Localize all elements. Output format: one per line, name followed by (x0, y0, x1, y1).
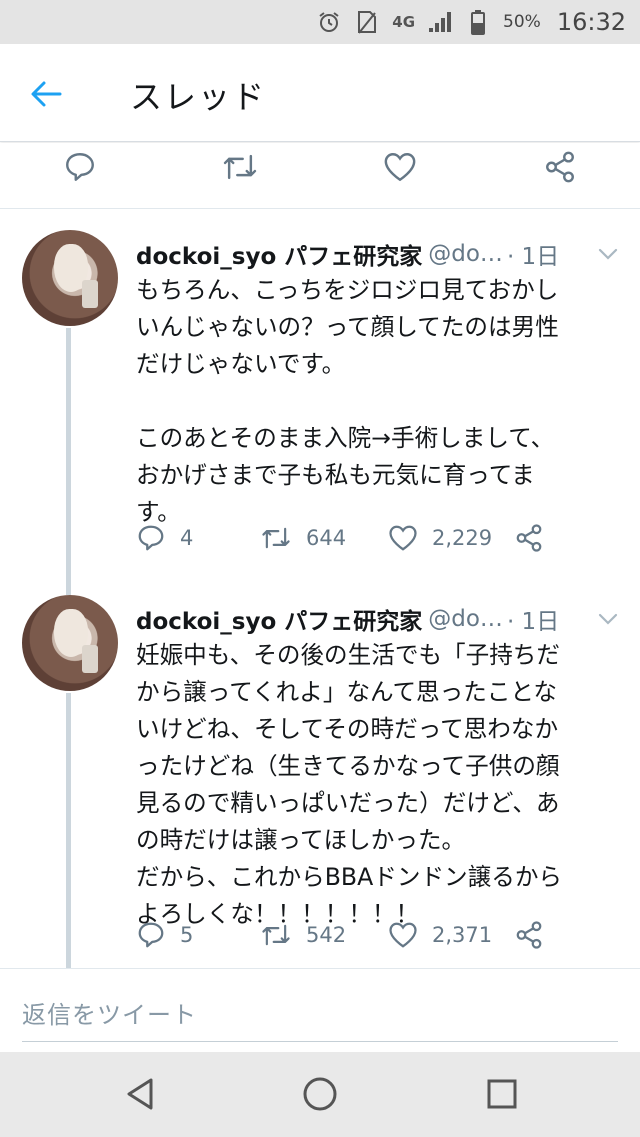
avatar[interactable] (22, 230, 118, 326)
chevron-down-icon[interactable] (596, 242, 620, 266)
share-icon (516, 921, 542, 949)
share-icon (546, 151, 574, 183)
avatar[interactable] (22, 595, 118, 691)
battery-percent: 50% (503, 12, 541, 32)
share-icon (516, 524, 542, 552)
retweet-icon (223, 154, 257, 180)
reply-button[interactable]: 4 (136, 518, 193, 558)
tweet-text: 妊娠中も、その後の生活でも「子持ちだ から譲ってくれよ」なんて思ったことな いけ… (136, 641, 563, 928)
share-button[interactable] (538, 145, 582, 189)
tweet-time: · 1日 (506, 244, 560, 270)
back-arrow-icon (31, 81, 62, 107)
retweet-button[interactable]: 644 (260, 518, 346, 558)
network-type: 4G (392, 13, 416, 31)
reply-count: 5 (180, 923, 194, 947)
reply-icon (138, 525, 164, 551)
page-title: スレッド (130, 78, 267, 116)
circle-home-icon (303, 1077, 337, 1111)
like-button[interactable]: 2,229 (388, 518, 492, 558)
alarm-icon (316, 9, 342, 35)
tweet[interactable]: dockoi_syo パフェ研究家 @do… · 1日 もちろん、こっちをジロジ… (0, 210, 640, 590)
display-name[interactable]: dockoi_syo パフェ研究家 (136, 602, 422, 636)
tweet-header: dockoi_syo パフェ研究家 @do… · 1日 (136, 603, 620, 635)
retweet-icon (262, 924, 290, 946)
heart-icon (384, 153, 416, 182)
like-count: 2,371 (432, 923, 493, 947)
user-handle[interactable]: @do… (428, 241, 503, 267)
tweet-actions: 5 542 2,371 (136, 915, 616, 955)
tweet-time: · 1日 (506, 609, 560, 635)
nav-home-button[interactable] (300, 1074, 340, 1114)
thread-line (66, 693, 71, 968)
signal-icon (427, 9, 453, 35)
reply-count: 4 (180, 526, 194, 550)
reply-button[interactable] (58, 145, 102, 189)
clock: 16:32 (556, 8, 626, 36)
retweet-icon (262, 527, 290, 549)
heart-icon (389, 525, 417, 551)
like-button[interactable] (378, 145, 422, 189)
nav-back-button[interactable] (120, 1074, 160, 1114)
back-button[interactable] (24, 74, 68, 114)
thread-line (66, 575, 71, 595)
chevron-down-icon[interactable] (596, 607, 620, 631)
retweet-count: 644 (306, 526, 347, 550)
retweet-count: 542 (306, 923, 347, 947)
tweet-actions: 4 644 2,229 (136, 518, 616, 558)
retweet-button[interactable] (218, 145, 262, 189)
no-sim-icon (354, 9, 380, 35)
share-button[interactable] (514, 518, 544, 558)
user-handle[interactable]: @do… (428, 606, 503, 632)
app-header: スレッド (0, 44, 640, 142)
like-count: 2,229 (432, 526, 493, 550)
thread-line (66, 328, 71, 590)
input-underline (22, 1041, 618, 1042)
like-button[interactable]: 2,371 (388, 915, 492, 955)
display-name[interactable]: dockoi_syo パフェ研究家 (136, 237, 422, 271)
previous-tweet-actions (0, 143, 640, 209)
retweet-button[interactable]: 542 (260, 915, 346, 955)
reply-composer: 返信をツイート (0, 968, 640, 1052)
reply-button[interactable]: 5 (136, 915, 193, 955)
nav-recents-button[interactable] (482, 1074, 522, 1114)
battery-icon (465, 9, 491, 35)
tweet[interactable]: dockoi_syo パフェ研究家 @do… · 1日 妊娠中も、その後の生活で… (0, 575, 640, 968)
tweet-text: もちろん、こっちをジロジロ見ておかし いんじゃないの？って顔してたのは男性 だけ… (136, 276, 559, 526)
square-recents-icon (487, 1079, 517, 1109)
reply-icon (66, 153, 94, 181)
android-nav-bar (0, 1052, 640, 1137)
reply-icon (138, 922, 164, 948)
status-bar: 4G 50% 16:32 (0, 0, 640, 44)
triangle-back-icon (127, 1078, 153, 1110)
heart-icon (389, 922, 417, 948)
reply-input[interactable]: 返信をツイート (22, 995, 197, 1030)
tweet-header: dockoi_syo パフェ研究家 @do… · 1日 (136, 238, 620, 270)
share-button[interactable] (514, 915, 544, 955)
